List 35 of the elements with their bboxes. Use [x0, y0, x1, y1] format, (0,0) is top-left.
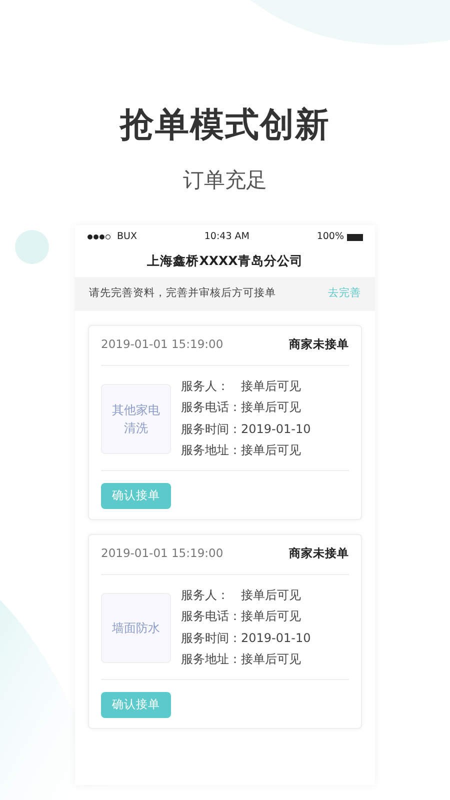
page-title: 上海鑫桥XXXX青岛分公司	[146, 252, 304, 270]
battery-icon	[347, 234, 363, 240]
order-status: 商家未接单	[289, 545, 349, 562]
headline: 抢单模式创新	[120, 104, 330, 147]
field-value: 2019-01-10	[241, 422, 311, 436]
notice-text: 请先完善资料，完善并审核后方可接单	[89, 286, 276, 301]
decorative-circle	[15, 230, 49, 264]
status-time: 10:43 AM	[204, 230, 250, 244]
field-label: 服务地址：	[181, 442, 241, 459]
confirm-order-button[interactable]: 确认接单	[101, 482, 171, 508]
carrier-name: BUX	[117, 230, 137, 244]
field-label: 服务时间：	[181, 630, 241, 646]
order-time: 2019-01-01 15:19:00	[101, 545, 224, 562]
signal-icon	[87, 234, 113, 240]
category-thumbnail: 其他家电清洗	[101, 384, 171, 454]
field-value: 接单后可见	[241, 652, 301, 666]
order-status: 商家未接单	[289, 336, 349, 354]
battery-level: 100%	[316, 230, 344, 244]
field-value: 2019-01-10	[241, 630, 311, 644]
category-thumbnail: 墙面防水	[101, 592, 171, 662]
field-value: 接单后可见	[241, 378, 301, 392]
field-value: 接单后可见	[241, 400, 301, 414]
field-value: 接单后可见	[241, 443, 301, 457]
field-label: 服务人：	[181, 586, 230, 604]
field-value: 接单后可见	[241, 588, 301, 602]
subheadline: 订单充足	[183, 167, 267, 194]
order-time: 2019-01-01 15:19:00	[101, 336, 224, 354]
complete-profile-link[interactable]: 去完善	[328, 286, 361, 302]
confirm-order-button[interactable]: 确认接单	[101, 692, 171, 718]
field-label: 服务地址：	[181, 651, 241, 668]
field-label: 服务人：	[181, 378, 230, 394]
field-label: 服务电话：	[181, 608, 241, 625]
field-label: 服务电话：	[181, 399, 241, 416]
field-label: 服务时间：	[181, 420, 241, 438]
field-value: 接单后可见	[241, 609, 301, 623]
